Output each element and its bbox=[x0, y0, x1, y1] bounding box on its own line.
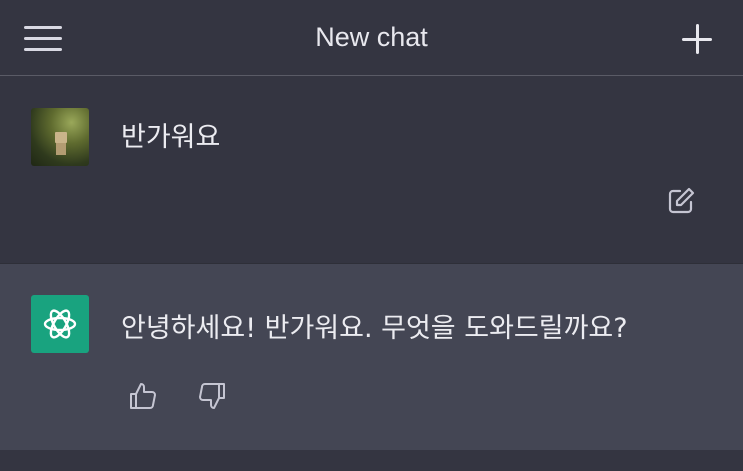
thumbs-up-icon[interactable] bbox=[127, 380, 159, 412]
assistant-message-text: 안녕하세요! 반가워요. 무엇을 도와드릴까요? bbox=[121, 313, 628, 344]
assistant-message: 안녕하세요! 반가워요. 무엇을 도와드릴까요? bbox=[0, 263, 743, 450]
openai-logo-icon bbox=[31, 295, 89, 353]
thumbs-down-icon[interactable] bbox=[196, 380, 228, 412]
bottom-area bbox=[0, 450, 743, 471]
user-message: 반가워요 bbox=[0, 77, 743, 263]
user-avatar bbox=[31, 108, 89, 166]
page-title: New chat bbox=[315, 22, 428, 52]
top-bar: New chat bbox=[0, 0, 743, 76]
edit-icon[interactable] bbox=[665, 185, 697, 217]
new-chat-button[interactable] bbox=[680, 22, 714, 56]
user-message-text: 반가워요 bbox=[121, 122, 221, 153]
